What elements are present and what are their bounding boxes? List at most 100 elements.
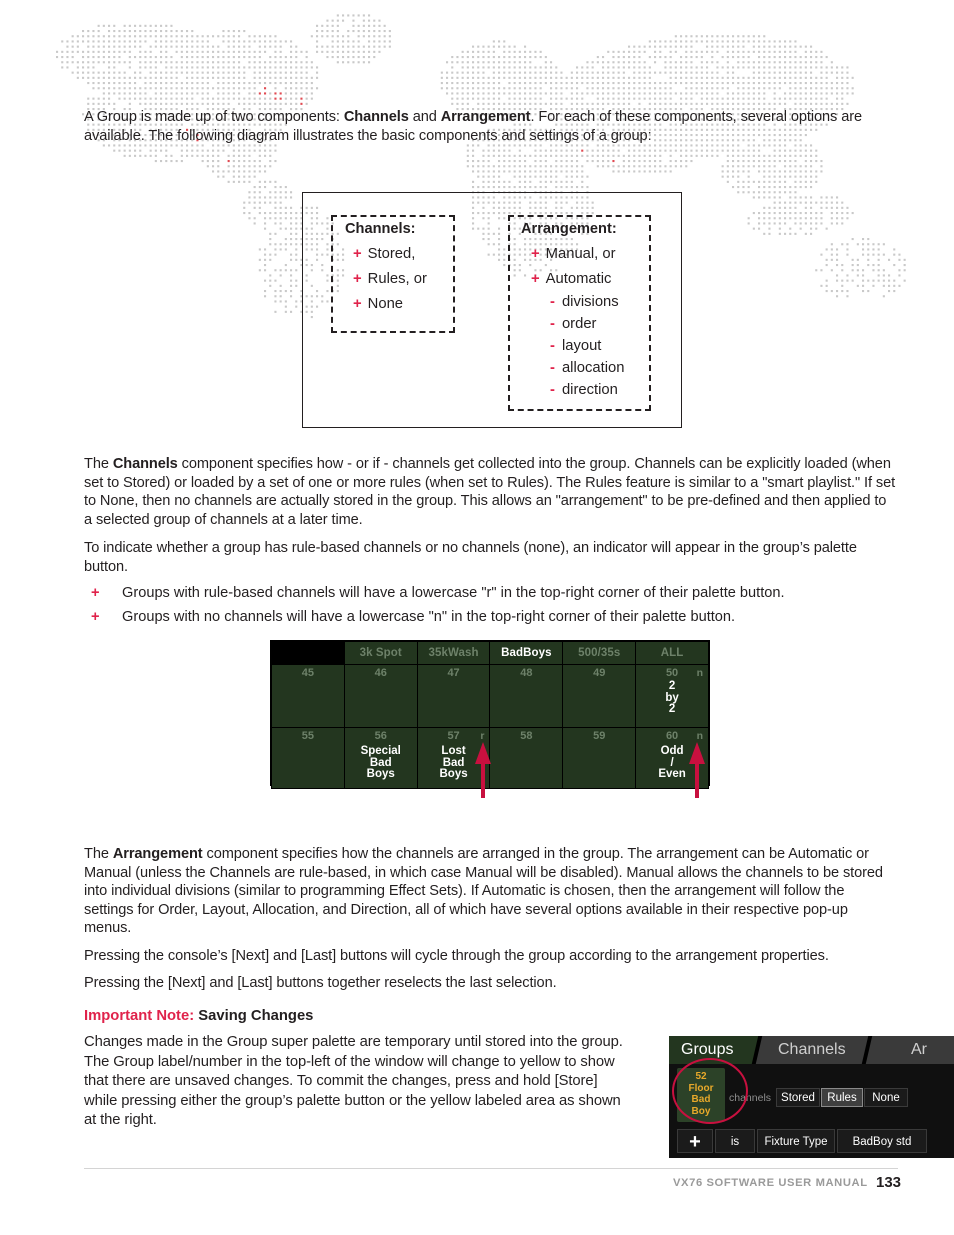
add-rule-button[interactable]: + — [677, 1129, 713, 1153]
group-palette-number: 52 — [677, 1071, 725, 1083]
diagram-arrangement-item-2-label: divisions — [562, 294, 619, 310]
bullet-item-rule-based: + Groups with rule-based channels will h… — [91, 584, 891, 603]
diagram-arrangement-item-3: - order — [550, 316, 596, 332]
channels-paragraph: The Channels component specifies how - o… — [84, 455, 896, 529]
palette-header-label: 500/35s — [563, 642, 635, 664]
intro-paragraph: A Group is made up of two components: Ch… — [84, 108, 898, 145]
channel-mode-rules-label: Rules — [827, 1092, 856, 1104]
plus-bullet-icon: + — [531, 271, 540, 287]
rule-value-label: BadBoy std — [853, 1136, 912, 1148]
palette-header-label: 3k Spot — [345, 642, 417, 664]
palette-button-number: 57 — [418, 730, 490, 742]
palette-header-blank — [272, 642, 345, 665]
palette-header-cell[interactable]: ALL — [636, 642, 709, 665]
palette-button-indicator: n — [697, 667, 703, 679]
palette-button[interactable]: 45 — [272, 665, 345, 728]
channel-mode-none-label: None — [872, 1092, 900, 1104]
palette-button-number: 49 — [563, 667, 635, 679]
diagram-channels-item-1: + Rules, or — [353, 271, 427, 287]
arrangement-paragraph: The Arrangement component specifies how … — [84, 845, 896, 938]
rule-operator-label: is — [731, 1136, 739, 1148]
diagram-channels-item-1-label: Rules, or — [368, 271, 427, 287]
dash-bullet-icon: - — [550, 382, 555, 398]
palette-button-label: 2 by 2 — [636, 681, 708, 716]
bullet-item-no-channels: + Groups with no channels will have a lo… — [91, 608, 891, 627]
channel-mode-none[interactable]: None — [864, 1088, 908, 1107]
next-last-paragraph: Pressing the console’s [Next] and [Last]… — [84, 947, 896, 966]
tab-arrangement-label: Ar — [911, 1036, 927, 1064]
channel-mode-rules[interactable]: Rules — [821, 1088, 863, 1107]
tab-arrangement[interactable]: Ar — [866, 1036, 954, 1064]
tab-groups[interactable]: Groups — [669, 1036, 758, 1064]
palette-button-number: 47 — [418, 667, 490, 679]
diagram-arrangement-item-2: - divisions — [550, 294, 619, 310]
tab-channels[interactable]: Channels — [756, 1036, 868, 1064]
palette-header-label: 35kWash — [418, 642, 490, 664]
diagram-arrangement-item-6: - direction — [550, 382, 618, 398]
palette-button-label: Special Bad Boys — [345, 746, 417, 781]
palette-button[interactable]: 48 — [490, 665, 563, 728]
dash-bullet-icon: - — [550, 316, 555, 332]
dash-bullet-icon: - — [550, 294, 555, 310]
palette-button[interactable]: 49 — [563, 665, 636, 728]
palette-button-number: 48 — [490, 667, 562, 679]
palette-button[interactable]: 50 n 2 by 2 — [636, 665, 709, 728]
palette-button-number: 56 — [345, 730, 417, 742]
diagram-arrangement-item-3-label: order — [562, 316, 597, 332]
diagram-arrangement-item-0-label: Manual, or — [546, 246, 616, 262]
palette-button-number: 45 — [272, 667, 344, 679]
group-palette-line-1: Bad — [677, 1094, 725, 1106]
diagram-arrangement-item-0: + Manual, or — [531, 246, 616, 262]
palette-button[interactable]: 46 — [344, 665, 417, 728]
footer-manual-title: VX76 SOFTWARE USER MANUAL — [673, 1177, 868, 1189]
callout-arrow-none-indicator — [686, 742, 708, 798]
diagram-arrangement-item-1-label: Automatic — [546, 271, 612, 287]
palette-grid-header-row: 3k Spot 35kWash BadBoys 500/35s ALL — [272, 642, 709, 665]
rule-attribute-field[interactable]: Fixture Type — [757, 1129, 835, 1153]
palette-header-cell-active[interactable]: BadBoys — [490, 642, 563, 665]
plus-bullet-icon: + — [91, 608, 100, 627]
palette-button-indicator: r — [480, 730, 484, 742]
diagram-arrangement-heading: Arrangement: — [521, 221, 617, 237]
rule-operator-field[interactable]: is — [715, 1129, 755, 1153]
palette-button-number: 55 — [272, 730, 344, 742]
palette-button[interactable]: 47 — [417, 665, 490, 728]
bullet-item-rule-based-text: Groups with rule-based channels will hav… — [122, 584, 891, 603]
palette-header-label: BadBoys — [490, 642, 562, 664]
group-palette-line-2: Boy — [677, 1106, 725, 1118]
palette-button[interactable]: 56 Special Bad Boys — [344, 728, 417, 789]
palette-button-number: 46 — [345, 667, 417, 679]
tab-groups-label: Groups — [681, 1036, 733, 1064]
tab-channels-label: Channels — [778, 1036, 846, 1064]
group-components-diagram: Channels: + Stored, + Rules, or + None Arra… — [302, 192, 682, 428]
important-note-label: Important Note: — [84, 1008, 194, 1024]
dash-bullet-icon: - — [550, 360, 555, 376]
diagram-arrangement-item-6-label: direction — [562, 382, 618, 398]
palette-button[interactable]: 59 — [563, 728, 636, 789]
important-note-heading: Important Note: Saving Changes — [84, 1008, 313, 1024]
plus-icon: + — [689, 1131, 701, 1153]
diagram-channels-item-0: + Stored, — [353, 246, 415, 262]
palette-header-cell[interactable]: 35kWash — [417, 642, 490, 665]
rule-value-field[interactable]: BadBoy std — [837, 1129, 927, 1153]
diagram-arrangement-item-5: - allocation — [550, 360, 624, 376]
diagram-channels-item-2-label: None — [368, 296, 403, 312]
palette-button[interactable]: 55 — [272, 728, 345, 789]
important-note-paragraph: Changes made in the Group super palette … — [84, 1033, 632, 1131]
group-palette-button[interactable]: 52 Floor Bad Boy — [677, 1068, 725, 1122]
palette-button-number: 58 — [490, 730, 562, 742]
reselect-paragraph: Pressing the [Next] and [Last] buttons t… — [84, 974, 896, 993]
plus-bullet-icon: + — [531, 246, 540, 262]
diagram-arrangement-item-1: + Automatic — [531, 271, 611, 287]
palette-header-cell[interactable]: 3k Spot — [344, 642, 417, 665]
plus-bullet-icon: + — [353, 296, 362, 312]
palette-header-cell[interactable]: 500/35s — [563, 642, 636, 665]
bullet-item-no-channels-text: Groups with no channels will have a lowe… — [122, 608, 891, 627]
palette-button[interactable]: 58 — [490, 728, 563, 789]
footer-page-number: 133 — [876, 1174, 901, 1191]
console-tabbar: Groups Channels Ar — [669, 1036, 954, 1064]
channel-mode-stored[interactable]: Stored — [776, 1088, 820, 1107]
channels-field-label: channels — [729, 1092, 771, 1104]
diagram-channels-item-0-label: Stored, — [368, 246, 416, 262]
rule-row: + is Fixture Type BadBoy std — [677, 1129, 954, 1153]
